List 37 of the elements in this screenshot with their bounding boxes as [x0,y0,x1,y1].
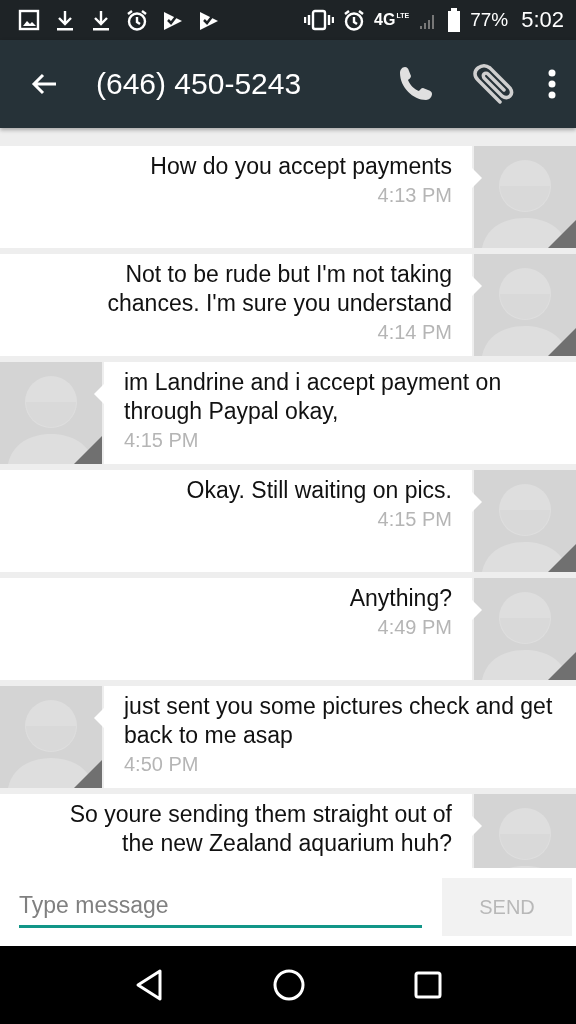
vibrate-icon [304,9,335,31]
message-time: 4:49 PM [376,616,452,639]
battery-percent: 77% [470,9,509,31]
back-nav-icon[interactable] [134,968,165,1002]
recents-nav-icon[interactable] [413,971,442,999]
download-icon [90,9,112,31]
check-flag-icon [162,9,184,31]
battery-icon [447,8,462,32]
message-text: Anything? [348,584,452,613]
send-button[interactable]: SEND [442,878,572,936]
message-text: Not to be rude but I'm not taking chances. I'm sure you understand [106,260,452,318]
message-time: 4:14 PM [376,321,452,344]
message-time: 4:13 PM [376,184,452,207]
home-nav-icon[interactable] [273,969,305,1001]
message-text: im Landrine and i accept payment on through Paypal okay, [124,368,503,426]
more-icon [548,69,556,99]
message-time: 4:50 PM [124,753,200,776]
paperclip-icon [470,62,514,106]
message-time: 4:15 PM [124,429,200,452]
attach-button[interactable] [470,62,514,106]
check-flag-icon [198,9,220,31]
back-button[interactable] [30,72,58,96]
message-text: How do you accept payments [149,152,452,181]
alarm-icon [126,9,148,31]
image-icon [18,9,40,31]
download-icon [54,9,76,31]
clock: 5:02 [521,7,564,33]
message-text: Okay. Still waiting on pics. [185,476,452,505]
alarm-icon [343,9,366,31]
message-text: just sent you some pictures check and get back to me asap [124,692,554,750]
compose-bar[interactable]: Type message SEND [0,868,576,946]
more-options-button[interactable] [548,69,556,99]
message-text: So youre sending them straight out of the new Zealand aquarium huh? [68,800,452,858]
back-arrow-icon [30,72,58,96]
contact-title: (646) 450-5243 [96,67,303,101]
message-input-field[interactable]: Type message [19,886,422,928]
message-time: 4:15 PM [376,508,452,531]
